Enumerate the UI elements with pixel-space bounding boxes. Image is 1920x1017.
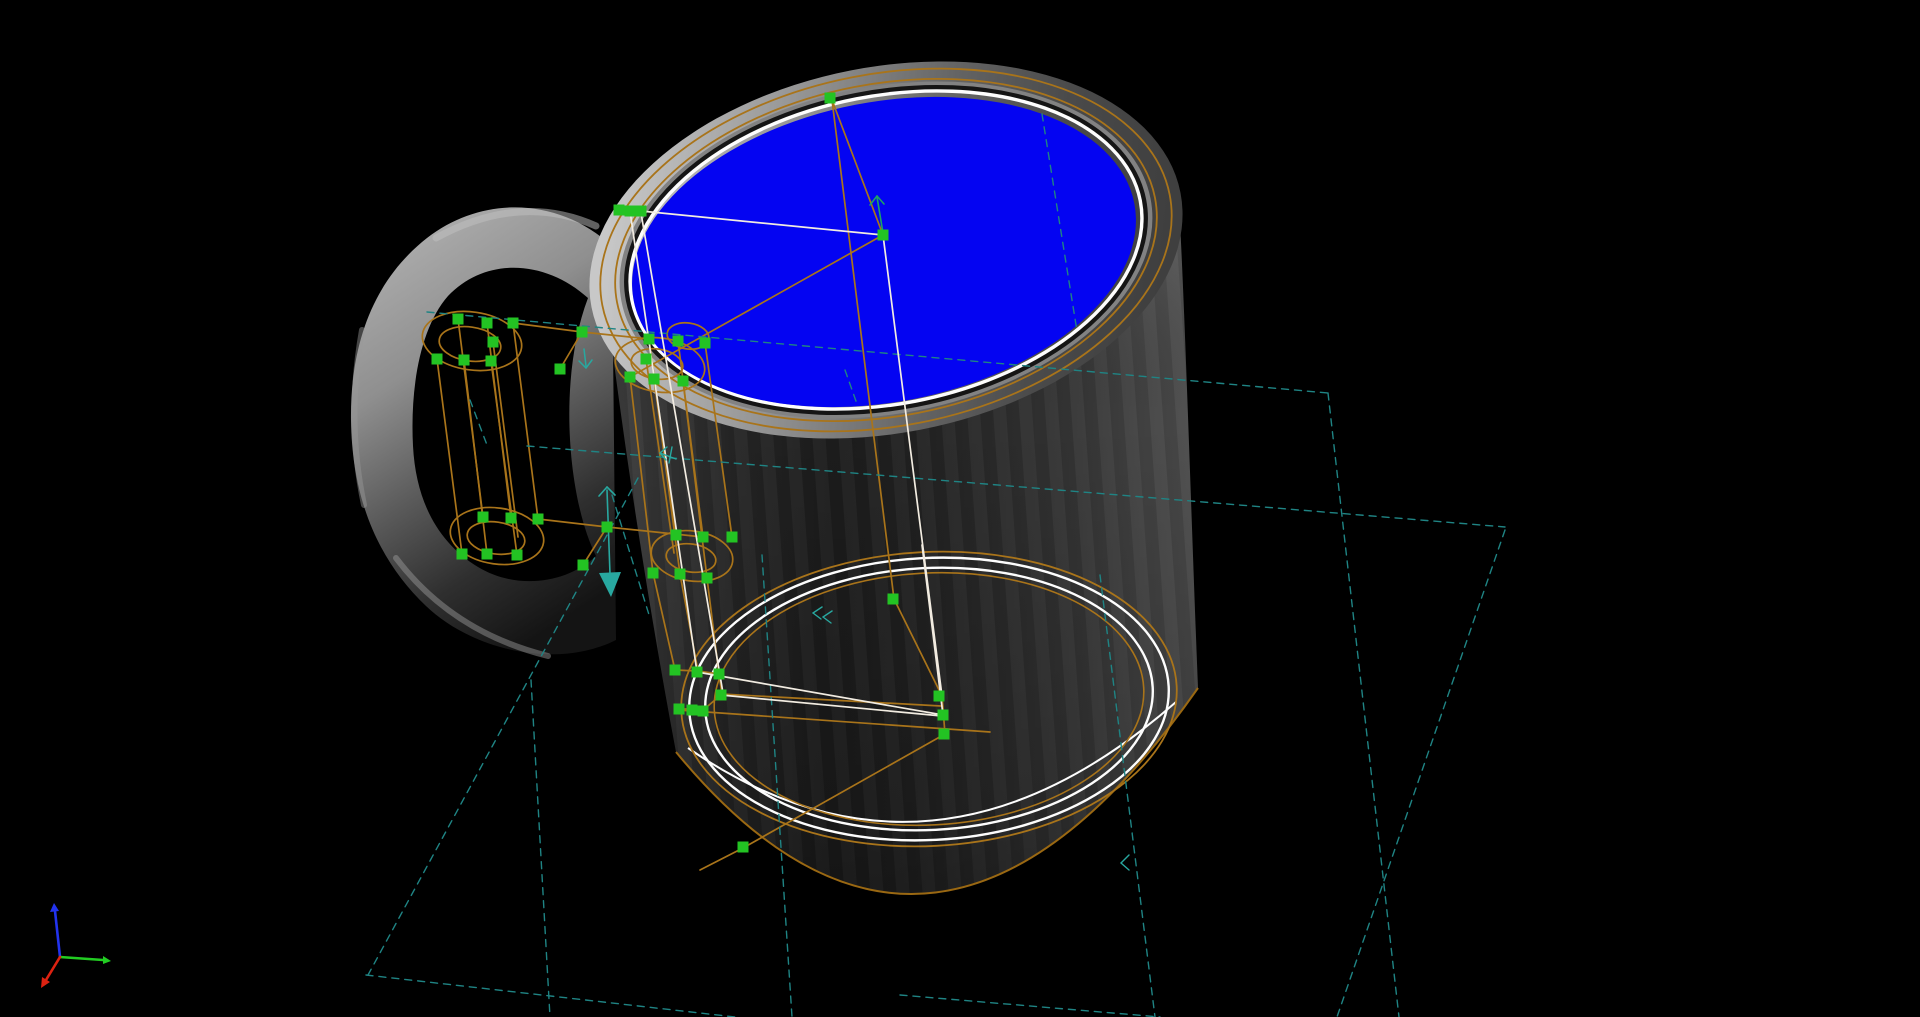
scene-svg[interactable] bbox=[0, 0, 1920, 1017]
control-point[interactable] bbox=[934, 691, 945, 702]
control-point[interactable] bbox=[702, 573, 713, 584]
control-point[interactable] bbox=[577, 327, 588, 338]
control-point[interactable] bbox=[482, 318, 493, 329]
control-point[interactable] bbox=[625, 206, 636, 217]
control-point[interactable] bbox=[457, 549, 468, 560]
control-point[interactable] bbox=[478, 512, 489, 523]
control-point[interactable] bbox=[648, 568, 659, 579]
control-point[interactable] bbox=[727, 532, 738, 543]
control-point[interactable] bbox=[698, 532, 709, 543]
control-point[interactable] bbox=[675, 569, 686, 580]
control-point[interactable] bbox=[555, 364, 566, 375]
control-point[interactable] bbox=[714, 669, 725, 680]
control-point[interactable] bbox=[888, 594, 899, 605]
control-point[interactable] bbox=[512, 550, 523, 561]
control-point[interactable] bbox=[687, 705, 698, 716]
control-point[interactable] bbox=[614, 205, 625, 216]
control-point[interactable] bbox=[939, 729, 950, 740]
control-point[interactable] bbox=[825, 93, 836, 104]
control-point[interactable] bbox=[878, 230, 889, 241]
control-point[interactable] bbox=[700, 338, 711, 349]
control-point[interactable] bbox=[432, 354, 443, 365]
control-point[interactable] bbox=[506, 513, 517, 524]
cad-3d-viewport[interactable] bbox=[0, 0, 1920, 1017]
control-point[interactable] bbox=[602, 522, 613, 533]
control-point[interactable] bbox=[678, 376, 689, 387]
control-point[interactable] bbox=[636, 206, 647, 217]
control-point[interactable] bbox=[670, 665, 681, 676]
control-point[interactable] bbox=[671, 530, 682, 541]
control-point[interactable] bbox=[488, 337, 499, 348]
control-point[interactable] bbox=[698, 706, 709, 717]
control-point[interactable] bbox=[644, 334, 655, 345]
control-point[interactable] bbox=[508, 318, 519, 329]
control-point[interactable] bbox=[692, 667, 703, 678]
control-point[interactable] bbox=[673, 336, 684, 347]
control-point[interactable] bbox=[938, 710, 949, 721]
control-point[interactable] bbox=[482, 549, 493, 560]
control-point[interactable] bbox=[533, 514, 544, 525]
control-point[interactable] bbox=[641, 354, 652, 365]
control-point[interactable] bbox=[716, 690, 727, 701]
control-point[interactable] bbox=[674, 704, 685, 715]
control-point[interactable] bbox=[459, 355, 470, 366]
control-point[interactable] bbox=[625, 372, 636, 383]
control-point[interactable] bbox=[578, 560, 589, 571]
control-point[interactable] bbox=[453, 314, 464, 325]
control-point[interactable] bbox=[738, 842, 749, 853]
control-point[interactable] bbox=[649, 374, 660, 385]
control-point[interactable] bbox=[486, 356, 497, 367]
